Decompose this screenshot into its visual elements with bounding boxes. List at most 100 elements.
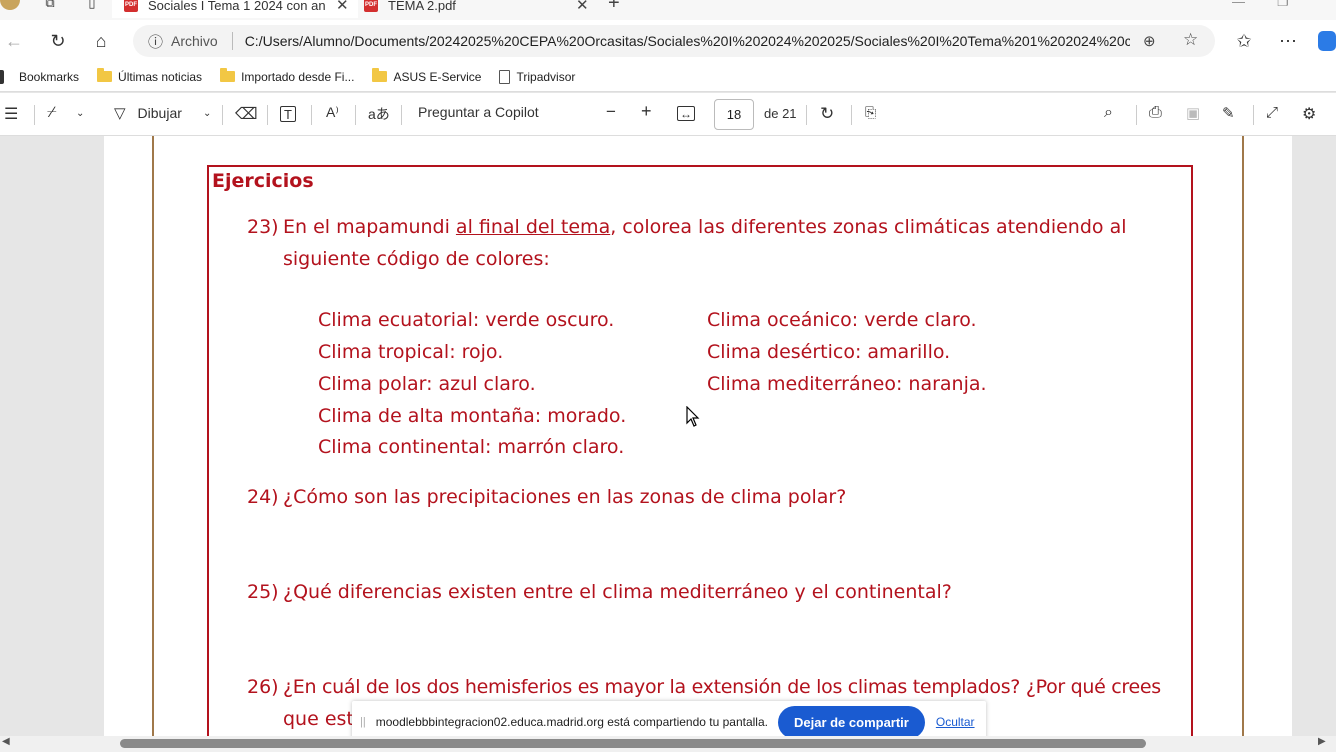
pen-icon: ▽ xyxy=(114,105,126,122)
text-fragment: En el mapamundi xyxy=(283,216,456,238)
save-as-icon[interactable]: ✎ xyxy=(1222,104,1235,122)
translate-icon[interactable]: aあ xyxy=(368,104,390,124)
divider xyxy=(1136,105,1137,125)
eraser-icon[interactable]: ⌫ xyxy=(235,104,258,124)
contents-icon[interactable]: ☰ xyxy=(4,104,18,124)
highlight-icon[interactable]: ⌿ xyxy=(47,104,57,122)
bookmark-label: ASUS E-Service xyxy=(393,69,482,84)
info-icon[interactable]: ⓘ xyxy=(148,31,163,52)
pdf-icon: PDF xyxy=(124,0,138,12)
pdf-page: Ejercicios 23) En el mapamundi al final … xyxy=(104,136,1292,736)
hide-link[interactable]: Ocultar xyxy=(936,715,975,729)
folder-icon xyxy=(220,68,236,82)
question-line: ¿En cuál de los dos hemisferios es mayor… xyxy=(283,676,1161,698)
divider xyxy=(231,32,233,50)
print-icon[interactable]: ⎙ xyxy=(1149,104,1162,122)
favorites-icon[interactable]: ✩ xyxy=(1232,29,1256,53)
page-border-left xyxy=(152,136,154,736)
folder-icon xyxy=(97,68,113,82)
copilot-icon[interactable] xyxy=(1318,31,1336,51)
bookmark-importado[interactable]: Importado desde Fi... xyxy=(220,68,355,84)
tab-strip: ⧉ ▯ PDF Sociales I Tema 1 2024 con anota… xyxy=(0,0,1336,20)
question-line: siguiente código de colores: xyxy=(283,248,550,270)
bookmark-asus[interactable]: ASUS E-Service xyxy=(372,68,482,84)
more-menu-icon[interactable]: ⋯ xyxy=(1276,29,1300,53)
tab-actions-icon[interactable]: ▯ xyxy=(80,0,104,15)
chevron-down-icon[interactable]: ⌄ xyxy=(203,108,211,119)
restore-button[interactable]: ❐ xyxy=(1277,0,1289,10)
page-border-right xyxy=(1242,136,1244,736)
question-text: ¿Cómo son las precipitaciones en las zon… xyxy=(283,486,847,508)
clima-item: Clima de alta montaña: morado. xyxy=(318,405,627,427)
clima-item: Clima ecuatorial: verde oscuro. xyxy=(318,309,615,331)
bookmark-label: Importado desde Fi... xyxy=(241,69,355,84)
refresh-icon[interactable]: ↻ xyxy=(46,29,70,53)
bookmarks-bar: Bookmarks Últimas noticias Importado des… xyxy=(0,62,1336,92)
security-label: Archivo xyxy=(171,33,218,49)
pdf-icon: PDF xyxy=(364,0,378,12)
section-title: Ejercicios xyxy=(212,170,314,192)
new-tab-button[interactable]: + xyxy=(608,0,620,15)
drag-handle-icon[interactable]: || xyxy=(360,716,366,728)
question-line: En el mapamundi al final del tema, color… xyxy=(283,211,1185,243)
fullscreen-icon[interactable]: ⤢ xyxy=(1266,104,1278,121)
divider xyxy=(34,105,35,125)
question-number: 25) xyxy=(247,581,279,603)
scrollbar-thumb[interactable] xyxy=(120,739,1146,748)
home-icon[interactable]: ⌂ xyxy=(89,29,113,53)
bookmark-bookmarks[interactable]: Bookmarks xyxy=(0,69,79,84)
url-text[interactable]: C:/Users/Alumno/Documents/20242025%20CEP… xyxy=(245,33,1130,49)
url-field[interactable]: ⓘ Archivo C:/Users/Alumno/Documents/2024… xyxy=(133,25,1215,57)
settings-gear-icon[interactable]: ⚙ xyxy=(1302,104,1316,124)
clima-item: Clima mediterráneo: naranja. xyxy=(707,373,987,395)
question-text: En el mapamundi al final del tema, color… xyxy=(283,211,1185,275)
tab-title: Sociales I Tema 1 2024 con anotac xyxy=(148,0,326,13)
profile-avatar[interactable] xyxy=(0,0,20,10)
mouse-cursor-icon xyxy=(686,406,700,427)
page-view-icon[interactable]: ⎘ xyxy=(865,104,876,121)
close-icon[interactable]: ✕ xyxy=(336,0,349,14)
scroll-right-icon[interactable]: ▶ xyxy=(1318,736,1326,747)
back-icon[interactable]: ← xyxy=(2,29,26,53)
pdf-toolbar: ☰ ⌿ ⌄ ▽ Dibujar ⌄ ⌫ T A⁾ aあ Preguntar a … xyxy=(0,93,1336,136)
ask-copilot-button[interactable]: Preguntar a Copilot xyxy=(418,104,539,120)
search-icon[interactable]: ⌕ xyxy=(1104,104,1113,122)
text-fragment: , colorea las diferentes zonas climática… xyxy=(610,216,1127,238)
scroll-left-icon[interactable]: ◀ xyxy=(2,736,10,747)
folder-icon xyxy=(372,68,388,82)
question-number: 23) xyxy=(247,216,279,238)
zoom-out-icon[interactable]: − xyxy=(606,102,616,122)
tab-tema2[interactable]: PDF TEMA 2.pdf ✕ xyxy=(358,0,594,18)
clima-item: Clima oceánico: verde claro. xyxy=(707,309,977,331)
tab-sociales[interactable]: PDF Sociales I Tema 1 2024 con anotac ✕ xyxy=(112,0,358,18)
divider xyxy=(1253,105,1254,125)
chevron-down-icon[interactable]: ⌄ xyxy=(76,108,84,119)
minimize-button[interactable]: — xyxy=(1232,0,1245,9)
fit-width-icon[interactable]: ↔ xyxy=(677,106,695,121)
close-icon[interactable]: ✕ xyxy=(576,0,589,14)
bookmark-ultimas-noticias[interactable]: Últimas noticias xyxy=(97,68,202,84)
favorite-star-icon[interactable]: ☆ xyxy=(1183,30,1198,50)
horizontal-scrollbar[interactable]: ◀ ▶ xyxy=(0,736,1336,752)
exercises-box: Ejercicios 23) En el mapamundi al final … xyxy=(207,165,1193,736)
draw-button[interactable]: ▽ Dibujar xyxy=(114,104,182,122)
zoom-icon[interactable]: ⊕ xyxy=(1143,32,1156,50)
text-box-icon[interactable]: T xyxy=(280,106,296,122)
clima-item: Clima polar: azul claro. xyxy=(318,373,536,395)
rotate-icon[interactable]: ↻ xyxy=(820,104,834,124)
text-fragment: En el mapamundi al final del tema, color… xyxy=(283,211,1127,243)
workspaces-icon[interactable]: ⧉ xyxy=(38,0,62,15)
read-aloud-icon[interactable]: A⁾ xyxy=(326,104,339,121)
divider xyxy=(267,105,268,125)
zoom-in-icon[interactable]: + xyxy=(641,101,652,122)
question-number: 26) xyxy=(247,676,279,698)
pdf-viewport[interactable]: Ejercicios 23) En el mapamundi al final … xyxy=(0,136,1336,736)
divider xyxy=(851,105,852,125)
save-icon[interactable]: ▣ xyxy=(1186,104,1200,122)
page-number-input[interactable]: 18 xyxy=(714,99,754,130)
stop-sharing-button[interactable]: Dejar de compartir xyxy=(777,705,925,739)
tab-title: TEMA 2.pdf xyxy=(388,0,456,13)
divider xyxy=(311,105,312,125)
bookmark-tripadvisor[interactable]: Tripadvisor xyxy=(499,69,575,84)
page-total: de 21 xyxy=(764,106,797,121)
